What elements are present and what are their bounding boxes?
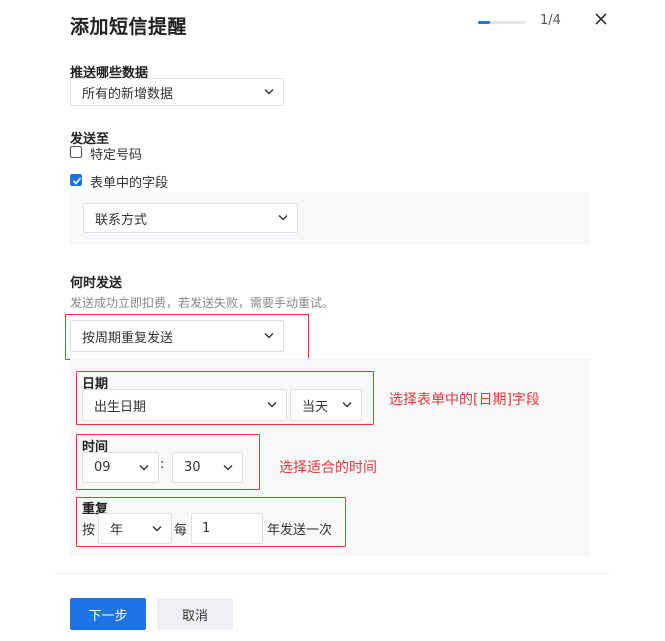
date-offset-select[interactable]: 当天 xyxy=(290,389,362,421)
date-offset-value: 当天 xyxy=(302,399,329,415)
next-step-button[interactable]: 下一步 xyxy=(70,598,146,630)
repeat-unit-value: 年 xyxy=(110,523,124,538)
step-counter: 1/4 xyxy=(540,13,561,28)
chevron-down-icon xyxy=(264,89,274,95)
chevron-down-icon xyxy=(267,402,277,408)
send-mode-value: 按周期重复发送 xyxy=(82,330,174,346)
form-field-checkbox[interactable] xyxy=(70,174,82,186)
billing-hint: 发送成功立即扣费，若发送失败，需要手动重试。 xyxy=(70,296,335,310)
checkmark-icon xyxy=(72,177,82,185)
form-field-value: 联系方式 xyxy=(95,212,148,228)
repeat-unit-select[interactable]: 年 xyxy=(98,513,172,544)
specific-number-label: 特定号码 xyxy=(90,148,143,163)
dialog-title: 添加短信提醒 xyxy=(70,16,188,38)
chevron-down-icon xyxy=(278,215,288,221)
footer-divider xyxy=(55,573,610,574)
minute-value: 30 xyxy=(184,460,201,475)
form-field-label: 表单中的字段 xyxy=(90,176,169,191)
hour-value: 09 xyxy=(94,460,111,475)
data-scope-select[interactable]: 所有的新增数据 xyxy=(70,78,284,106)
chevron-down-icon xyxy=(342,402,352,408)
date-field-value: 出生日期 xyxy=(94,399,147,415)
chevron-down-icon xyxy=(139,464,149,470)
repeat-every: 每 xyxy=(174,523,188,538)
time-separator: : xyxy=(160,457,165,472)
hour-select[interactable]: 09 xyxy=(82,452,159,483)
data-scope-value: 所有的新增数据 xyxy=(82,86,174,102)
cancel-button[interactable]: 取消 xyxy=(157,598,233,630)
send-mode-select[interactable]: 按周期重复发送 xyxy=(70,320,284,352)
minute-select[interactable]: 30 xyxy=(172,452,243,483)
repeat-suffix: 年发送一次 xyxy=(267,523,333,538)
repeat-count-input[interactable]: 1 xyxy=(191,513,263,544)
chevron-down-icon xyxy=(264,333,274,339)
date-annotation: 选择表单中的[日期]字段 xyxy=(389,392,540,408)
step-progress-fill xyxy=(478,21,490,24)
close-icon[interactable] xyxy=(592,10,610,28)
date-field-select[interactable]: 出生日期 xyxy=(82,389,287,421)
specific-number-checkbox[interactable] xyxy=(70,146,82,158)
repeat-count-value: 1 xyxy=(202,521,211,536)
chevron-down-icon xyxy=(152,525,162,531)
step-progress-bar xyxy=(478,21,526,24)
repeat-prefix: 按 xyxy=(82,523,96,538)
form-field-select[interactable]: 联系方式 xyxy=(83,203,298,233)
time-annotation: 选择适合的时间 xyxy=(279,460,377,476)
when-label: 何时发送 xyxy=(70,276,123,291)
chevron-down-icon xyxy=(223,464,233,470)
